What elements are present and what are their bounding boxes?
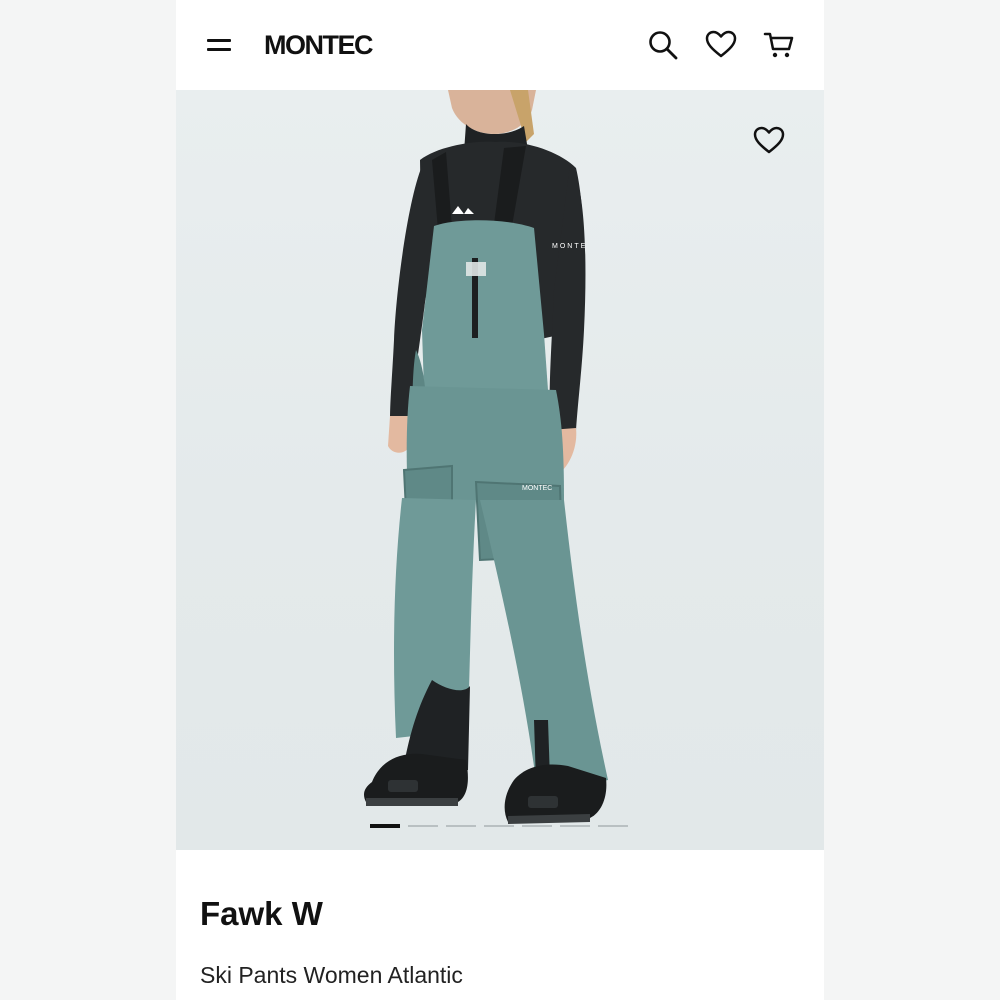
product-photo: MONTE MONTEC bbox=[364, 90, 608, 824]
app-screen: MONTEC MONTE MONTEC Fawk W Ski Pants Wom… bbox=[176, 0, 824, 1000]
favorite-button[interactable] bbox=[752, 124, 786, 158]
search-icon bbox=[649, 31, 678, 60]
cart-button[interactable] bbox=[762, 28, 796, 62]
menu-button[interactable] bbox=[204, 30, 234, 60]
svg-text:MONTE: MONTE bbox=[552, 243, 587, 250]
product-image-carousel[interactable]: MONTE MONTEC bbox=[176, 90, 824, 850]
carousel-dot[interactable] bbox=[598, 825, 628, 827]
menu-icon bbox=[207, 48, 231, 51]
carousel-dot[interactable] bbox=[408, 825, 438, 827]
product-title: Fawk W bbox=[200, 895, 323, 932]
carousel-dot[interactable] bbox=[446, 825, 476, 827]
carousel-dot[interactable] bbox=[370, 824, 400, 828]
search-button[interactable] bbox=[646, 28, 680, 62]
heart-icon bbox=[705, 30, 737, 58]
wishlist-button[interactable] bbox=[704, 28, 738, 62]
heart-icon bbox=[753, 126, 785, 154]
brand-logo[interactable]: MONTEC bbox=[264, 28, 374, 62]
top-nav: MONTEC bbox=[176, 0, 824, 90]
carousel-indicators bbox=[370, 823, 628, 829]
cart-icon bbox=[763, 32, 794, 58]
menu-icon bbox=[207, 39, 231, 42]
carousel-dot[interactable] bbox=[484, 825, 514, 827]
carousel-dot[interactable] bbox=[560, 825, 590, 827]
product-subtitle: Ski Pants Women Atlantic bbox=[200, 962, 463, 988]
svg-text:MONTEC: MONTEC bbox=[522, 485, 552, 492]
carousel-dot[interactable] bbox=[522, 825, 552, 827]
